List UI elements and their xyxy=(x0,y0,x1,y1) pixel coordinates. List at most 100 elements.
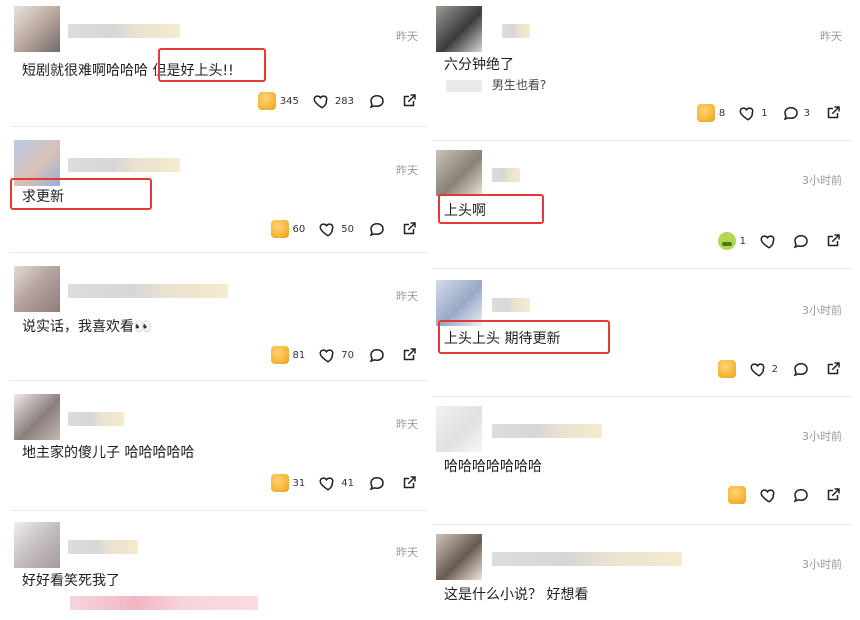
avatar[interactable] xyxy=(14,394,60,440)
comment-time: 昨天 xyxy=(396,164,418,177)
share-icon xyxy=(400,474,418,492)
username-blurred[interactable] xyxy=(492,168,520,182)
share-button[interactable] xyxy=(824,486,842,504)
like-button[interactable]: 31 xyxy=(270,474,305,492)
comment-card: 昨天 六分钟绝了 男生也看? 8 1 3 xyxy=(432,6,852,130)
comment-bubble-icon xyxy=(792,360,810,378)
like-button[interactable]: 81 xyxy=(270,346,305,364)
reply-button[interactable] xyxy=(368,92,386,110)
username-blurred[interactable] xyxy=(502,24,530,38)
heart-outline-icon xyxy=(319,474,337,492)
divider xyxy=(10,126,428,127)
avatar[interactable] xyxy=(436,6,482,52)
thumb-up-icon xyxy=(270,474,289,492)
avatar[interactable] xyxy=(436,406,482,452)
like-button[interactable]: 60 xyxy=(270,220,305,238)
comment-text: 哈哈哈哈哈哈哈 xyxy=(444,459,542,475)
divider xyxy=(10,380,428,381)
comment-time: 3小时前 xyxy=(802,430,842,443)
comment-time: 3小时前 xyxy=(802,558,842,571)
reply-button[interactable] xyxy=(792,486,810,504)
love-button[interactable]: 41 xyxy=(319,474,354,492)
avatar[interactable] xyxy=(436,534,482,580)
reply-button[interactable]: 3 xyxy=(782,104,810,122)
comment-bubble-icon xyxy=(792,232,810,250)
share-icon xyxy=(400,220,418,238)
love-button[interactable]: 2 xyxy=(750,360,778,378)
avatar[interactable] xyxy=(14,522,60,568)
heart-outline-icon xyxy=(750,360,768,378)
comment-actions: 31 41 xyxy=(270,472,418,494)
sick-face-icon xyxy=(717,232,736,250)
share-button[interactable] xyxy=(824,104,842,122)
username-blurred[interactable] xyxy=(68,412,124,426)
love-button[interactable]: 70 xyxy=(319,346,354,364)
comment-text: 六分钟绝了 xyxy=(444,57,514,73)
reply-button[interactable] xyxy=(368,346,386,364)
comment-bubble-icon xyxy=(368,92,386,110)
love-count: 2 xyxy=(771,363,778,375)
comment-text-part: 短剧就很难啊哈哈哈 xyxy=(22,63,148,79)
divider xyxy=(432,268,852,269)
heart-outline-icon xyxy=(319,220,337,238)
reply-button[interactable] xyxy=(792,232,810,250)
username-blurred[interactable] xyxy=(492,552,682,566)
username-blurred[interactable] xyxy=(492,424,602,438)
reply-button[interactable] xyxy=(368,474,386,492)
like-button[interactable]: 345 xyxy=(257,92,299,110)
share-button[interactable] xyxy=(824,360,842,378)
share-icon xyxy=(400,92,418,110)
comment-card: 昨天 短剧就很难啊哈哈哈 但是好上头!! 345 283 xyxy=(10,6,428,122)
username-blurred[interactable] xyxy=(68,158,180,172)
avatar[interactable] xyxy=(436,150,482,196)
reply-button[interactable] xyxy=(792,360,810,378)
avatar[interactable] xyxy=(14,266,60,312)
comment-card: 3小时前 上头上头 期待更新 2 xyxy=(432,280,852,392)
comment-text: 这是什么小说？ 好想看 xyxy=(444,587,589,603)
reply-button[interactable] xyxy=(368,220,386,238)
share-button[interactable] xyxy=(400,346,418,364)
share-icon xyxy=(824,104,842,122)
comment-time: 昨天 xyxy=(396,418,418,431)
like-button[interactable] xyxy=(717,360,736,378)
thumb-up-icon xyxy=(717,360,736,378)
love-button[interactable] xyxy=(760,486,778,504)
comment-actions: 60 50 xyxy=(270,218,418,240)
share-icon xyxy=(824,486,842,504)
comment-actions xyxy=(728,484,842,506)
love-button[interactable]: 50 xyxy=(319,220,354,238)
media-preview-blurred[interactable] xyxy=(70,596,258,610)
like-button[interactable] xyxy=(728,486,746,504)
love-count: 50 xyxy=(341,223,354,235)
comment-time: 昨天 xyxy=(396,290,418,303)
like-count: 345 xyxy=(279,95,299,107)
reply-preview[interactable]: 男生也看? xyxy=(446,76,546,93)
love-button[interactable]: 283 xyxy=(313,92,354,110)
username-blurred[interactable] xyxy=(492,298,530,312)
reply-username-blurred xyxy=(446,79,482,92)
share-button[interactable] xyxy=(400,220,418,238)
username-blurred[interactable] xyxy=(68,284,228,298)
comment-bubble-icon xyxy=(368,474,386,492)
like-button[interactable]: 8 xyxy=(696,104,725,122)
comment-card: 昨天 地主家的傻儿子 哈哈哈哈哈 31 41 xyxy=(10,394,428,504)
love-button[interactable] xyxy=(760,232,778,250)
share-button[interactable] xyxy=(824,232,842,250)
love-button[interactable]: 1 xyxy=(739,104,768,122)
thumb-up-icon xyxy=(728,486,746,504)
reaction-button[interactable]: 1 xyxy=(717,232,746,250)
heart-outline-icon xyxy=(313,92,331,110)
comment-card: 昨天 说实话，我喜欢看👀 81 70 xyxy=(10,266,428,376)
divider xyxy=(432,396,852,397)
avatar[interactable] xyxy=(14,6,60,52)
comment-text: 说实话，我喜欢看👀 xyxy=(22,319,152,335)
share-button[interactable] xyxy=(400,474,418,492)
comment-card: 3小时前 这是什么小说？ 好想看 xyxy=(432,534,852,620)
comment-card: 3小时前 哈哈哈哈哈哈哈 xyxy=(432,406,852,518)
highlight-box xyxy=(438,320,610,354)
thumb-up-icon xyxy=(270,220,289,238)
divider xyxy=(10,510,428,511)
share-button[interactable] xyxy=(400,92,418,110)
username-blurred[interactable] xyxy=(68,540,138,554)
username-blurred[interactable] xyxy=(68,24,180,38)
